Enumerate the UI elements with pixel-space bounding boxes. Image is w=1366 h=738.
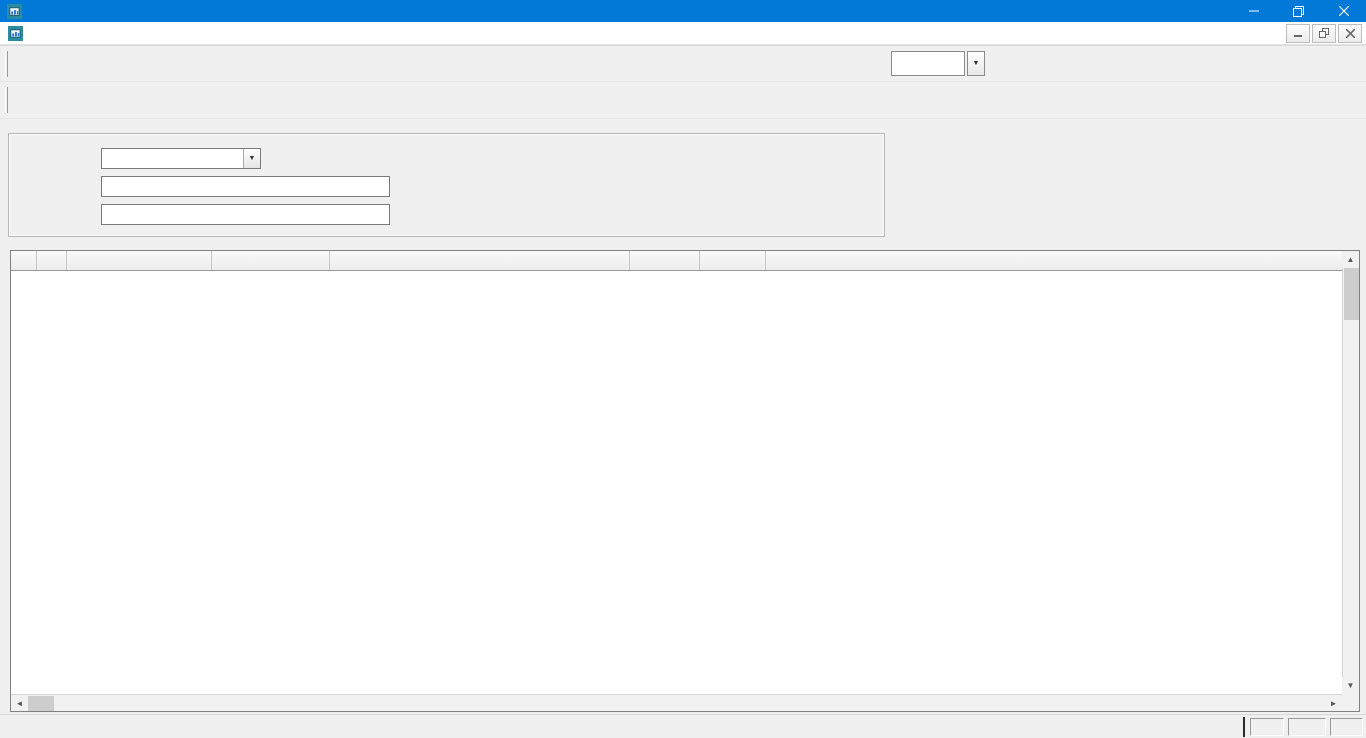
main-toolbar: ▼ <box>0 45 1366 81</box>
scroll-right-button[interactable]: ► <box>1325 695 1342 711</box>
scroll-left-button[interactable]: ◄ <box>11 695 28 711</box>
localizar-input[interactable] <box>101 204 390 225</box>
minimize-button[interactable] <box>1231 0 1276 22</box>
statusbar <box>0 714 1366 738</box>
owner-dropdown-button[interactable]: ▼ <box>243 149 260 168</box>
toolbar-gripper[interactable] <box>5 87 8 113</box>
mdi-controls <box>1286 23 1362 43</box>
statusbar-panels <box>1250 718 1363 736</box>
header-texto[interactable] <box>766 251 1359 270</box>
titlebar <box>0 0 1366 22</box>
toolbar-gripper[interactable] <box>5 50 8 77</box>
chevron-down-icon: ▼ <box>972 60 980 67</box>
vertical-scroll-thumb[interactable] <box>1344 268 1359 320</box>
horizontal-scrollbar[interactable]: ◄ ► <box>11 694 1342 711</box>
close-button[interactable] <box>1321 0 1366 22</box>
statusbar-divider <box>1243 717 1245 737</box>
mdi-minimize-button[interactable] <box>1286 23 1310 43</box>
statusbar-panel-caps <box>1250 718 1284 736</box>
owner-combobox[interactable]: ▼ <box>101 148 261 169</box>
app-logo-icon <box>7 3 22 19</box>
header-tipo[interactable] <box>212 251 330 270</box>
header-objeto[interactable] <box>330 251 630 270</box>
mdi-close-button[interactable] <box>1338 23 1362 43</box>
mdi-document-icon <box>8 25 23 41</box>
ora-error-input[interactable] <box>891 51 965 76</box>
scrollbar-corner <box>1342 694 1359 711</box>
tipos-objetos-groupbox: ▼ <box>8 133 885 237</box>
scroll-up-button[interactable]: ▲ <box>1342 251 1359 268</box>
horizontal-scroll-thumb[interactable] <box>28 696 54 711</box>
vertical-scrollbar[interactable]: ▲ ▼ <box>1342 251 1359 694</box>
header-marker[interactable] <box>37 251 67 270</box>
statusbar-panel-scrl <box>1330 718 1363 736</box>
header-owner[interactable] <box>67 251 212 270</box>
results-area: ▲ ▼ ◄ ► <box>0 247 1366 714</box>
search-toolbar <box>0 81 1366 118</box>
scroll-left-icon: ◄ <box>15 699 24 708</box>
statusbar-panel-num <box>1288 718 1326 736</box>
header-debug[interactable] <box>630 251 700 270</box>
app-window: ▼ ▼ ▲ ▼ ◄ ► <box>0 0 1366 738</box>
grid-header-row <box>11 251 1359 271</box>
scroll-right-icon: ► <box>1329 699 1338 708</box>
header-selector[interactable] <box>11 251 37 270</box>
scroll-up-icon: ▲ <box>1346 255 1355 264</box>
restore-button[interactable] <box>1276 0 1321 22</box>
filter-panel: ▼ <box>0 118 1366 247</box>
header-linha[interactable] <box>700 251 766 270</box>
mdi-restore-button[interactable] <box>1312 23 1336 43</box>
scroll-down-button[interactable]: ▼ <box>1342 677 1359 694</box>
chevron-down-icon: ▼ <box>248 155 256 162</box>
ora-error-dropdown-button[interactable]: ▼ <box>967 51 985 76</box>
menubar <box>0 22 1366 45</box>
ora-error-combo: ▼ <box>891 51 985 76</box>
objeto-input[interactable] <box>101 176 390 197</box>
scroll-down-icon: ▼ <box>1346 681 1355 690</box>
results-grid: ▲ ▼ ◄ ► <box>10 250 1360 712</box>
